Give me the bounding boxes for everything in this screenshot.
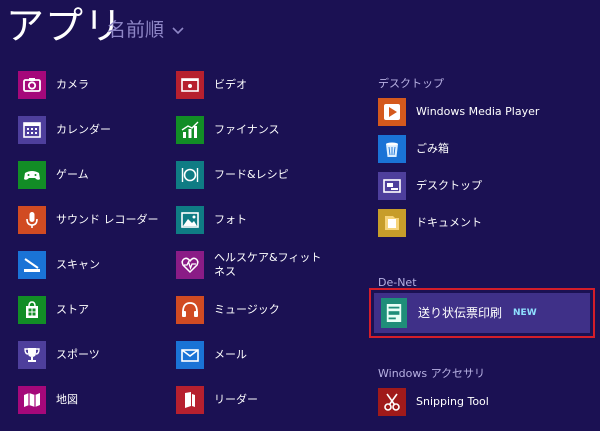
- game-controller-icon: [18, 161, 46, 189]
- scanner-icon: [18, 251, 46, 279]
- headphones-icon: [176, 296, 204, 324]
- app-label: 送り状伝票印刷: [418, 306, 503, 320]
- app-sports[interactable]: スポーツ: [18, 338, 100, 372]
- app-label: サウンド レコーダー: [56, 213, 159, 226]
- app-label: ドキュメント: [416, 216, 482, 229]
- group-header-denet: De-Net: [378, 276, 417, 289]
- app-food[interactable]: フード&レシピ: [176, 158, 289, 192]
- recycle-bin-icon: [378, 135, 406, 163]
- reader-icon: [176, 386, 204, 414]
- app-label: デスクトップ: [416, 179, 482, 192]
- app-label: カレンダー: [56, 123, 111, 136]
- scissors-icon: [378, 388, 406, 416]
- app-label: スキャン: [56, 258, 100, 271]
- sort-dropdown[interactable]: 名前順: [107, 18, 184, 42]
- app-desktop[interactable]: デスクトップ: [378, 169, 482, 203]
- camera-icon: [18, 71, 46, 99]
- app-label: ヘルスケア&フィットネス: [214, 251, 322, 278]
- app-invoice-printing[interactable]: 送り状伝票印刷 NEW: [369, 288, 595, 338]
- group-header-desktop: デスクトップ: [378, 77, 444, 90]
- app-label: フォト: [214, 213, 247, 226]
- documents-folder-icon: [378, 209, 406, 237]
- app-maps[interactable]: 地図: [18, 383, 78, 417]
- app-store[interactable]: ストア: [18, 293, 89, 327]
- invoice-icon: [381, 298, 407, 328]
- desktop-icon: [378, 172, 406, 200]
- app-label: リーダー: [214, 393, 258, 406]
- map-icon: [18, 386, 46, 414]
- app-health-fitness[interactable]: ヘルスケア&フィットネス: [176, 248, 324, 282]
- app-scan[interactable]: スキャン: [18, 248, 100, 282]
- app-label: ストア: [56, 303, 89, 316]
- finance-chart-icon: [176, 116, 204, 144]
- app-windows-media-player[interactable]: Windows Media Player: [378, 95, 539, 129]
- app-label: ゲーム: [56, 168, 89, 181]
- app-snipping-tool[interactable]: Snipping Tool: [378, 385, 489, 419]
- app-camera[interactable]: カメラ: [18, 68, 89, 102]
- chevron-down-icon: [172, 27, 184, 35]
- app-label: ごみ箱: [416, 142, 449, 155]
- app-sound-recorder[interactable]: サウンド レコーダー: [18, 203, 159, 237]
- app-label: ファイナンス: [214, 123, 280, 136]
- app-music[interactable]: ミュージック: [176, 293, 280, 327]
- health-heart-icon: [176, 251, 204, 279]
- page-title: アプリ: [6, 4, 124, 48]
- video-icon: [176, 71, 204, 99]
- app-reader[interactable]: リーダー: [176, 383, 258, 417]
- app-label: フード&レシピ: [214, 168, 289, 181]
- app-finance[interactable]: ファイナンス: [176, 113, 280, 147]
- app-label: ビデオ: [214, 78, 247, 91]
- app-photos[interactable]: フォト: [176, 203, 247, 237]
- photo-icon: [176, 206, 204, 234]
- microphone-icon: [18, 206, 46, 234]
- app-calendar[interactable]: カレンダー: [18, 113, 111, 147]
- new-badge: NEW: [513, 308, 537, 318]
- app-games[interactable]: ゲーム: [18, 158, 89, 192]
- app-label: スポーツ: [56, 348, 100, 361]
- app-mail[interactable]: メール: [176, 338, 247, 372]
- sort-label: 名前順: [107, 19, 165, 41]
- app-video[interactable]: ビデオ: [176, 68, 247, 102]
- app-documents[interactable]: ドキュメント: [378, 206, 482, 240]
- app-label: メール: [214, 348, 247, 361]
- app-label: 地図: [56, 393, 78, 406]
- mail-icon: [176, 341, 204, 369]
- group-header-accessories: Windows アクセサリ: [378, 367, 486, 380]
- food-icon: [176, 161, 204, 189]
- app-label: ミュージック: [214, 303, 280, 316]
- app-label: Windows Media Player: [416, 105, 540, 118]
- trophy-icon: [18, 341, 46, 369]
- media-player-icon: [378, 98, 406, 126]
- store-icon: [18, 296, 46, 324]
- app-label: カメラ: [56, 78, 89, 91]
- app-label: Snipping Tool: [416, 395, 489, 408]
- calendar-icon: [18, 116, 46, 144]
- app-recycle-bin[interactable]: ごみ箱: [378, 132, 449, 166]
